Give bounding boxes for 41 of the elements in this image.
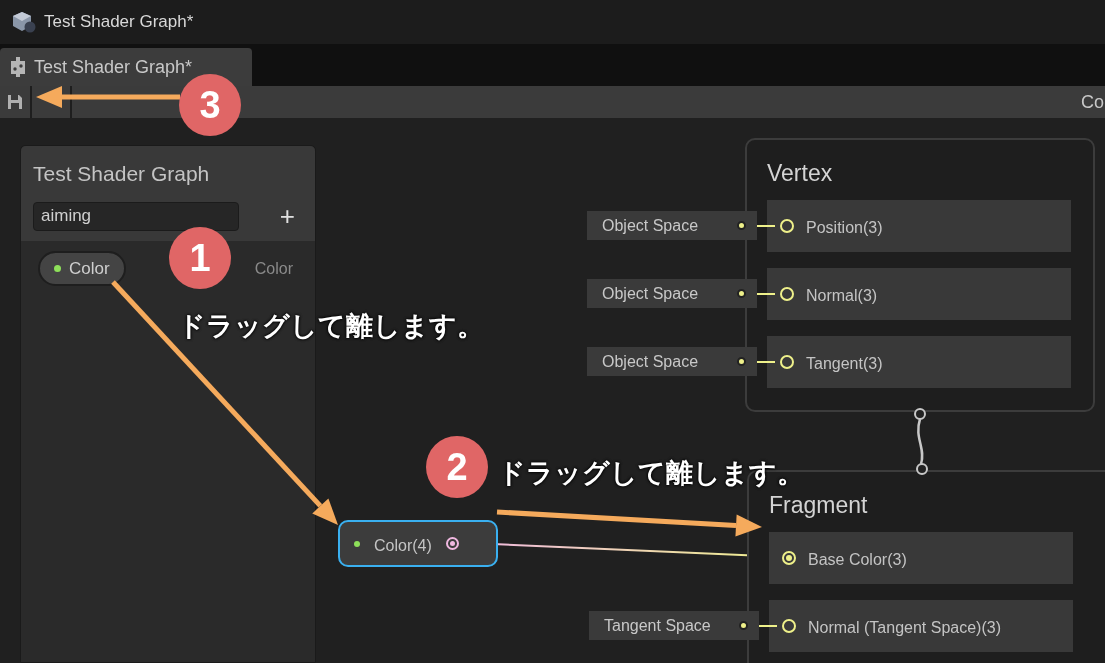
input-label: Tangent Space (604, 615, 711, 636)
window-title: Test Shader Graph* (44, 11, 194, 34)
node-title: Color(4) (374, 535, 432, 556)
input-chip[interactable]: Object Space (587, 347, 757, 376)
input-label: Object Space (602, 351, 699, 372)
input-label: Object Space (602, 283, 699, 304)
input-chip[interactable]: Tangent Space (589, 611, 759, 640)
cube-logo-icon (12, 11, 36, 33)
property-pill[interactable]: Color (38, 251, 126, 286)
toolbar-label[interactable]: Co (1081, 88, 1104, 116)
slot-label: Base Color(3) (808, 550, 907, 570)
wire (757, 225, 775, 227)
port-icon[interactable] (782, 619, 796, 633)
port-icon[interactable] (782, 551, 796, 565)
port-icon[interactable] (780, 219, 794, 233)
blackboard-title: Test Shader Graph (33, 161, 211, 187)
wire (757, 293, 775, 295)
port-icon[interactable] (780, 287, 794, 301)
add-button[interactable]: + (279, 203, 295, 229)
port-icon[interactable] (780, 355, 794, 369)
output-port-icon[interactable] (445, 537, 459, 550)
instruction-text: ドラッグして離します。 (178, 309, 484, 343)
slot-label: Tangent(3) (806, 354, 883, 374)
wire (759, 625, 777, 627)
context-title: Fragment (769, 491, 869, 520)
graph-asset-icon (10, 57, 26, 77)
step-number-badge: 2 (426, 436, 488, 498)
slot-label: Normal(3) (806, 286, 878, 306)
slot-label: Position(3) (806, 218, 883, 238)
slot-label: Normal (Tangent Space)(3) (808, 618, 1001, 638)
property-name: Color (69, 257, 110, 280)
input-field[interactable]: aiming (33, 201, 239, 231)
input-chip[interactable]: Object Space (587, 211, 757, 240)
wire (757, 361, 775, 363)
context-title: Vertex (767, 159, 834, 188)
input-label: Object Space (602, 215, 699, 236)
document-tab[interactable]: Test Shader Graph* (0, 48, 252, 86)
property-type: Color (254, 258, 293, 279)
input-chip[interactable]: Object Space (587, 279, 757, 308)
instruction-text: ドラッグして離します。 (498, 456, 804, 490)
property-node[interactable]: Color(4) (338, 520, 498, 567)
